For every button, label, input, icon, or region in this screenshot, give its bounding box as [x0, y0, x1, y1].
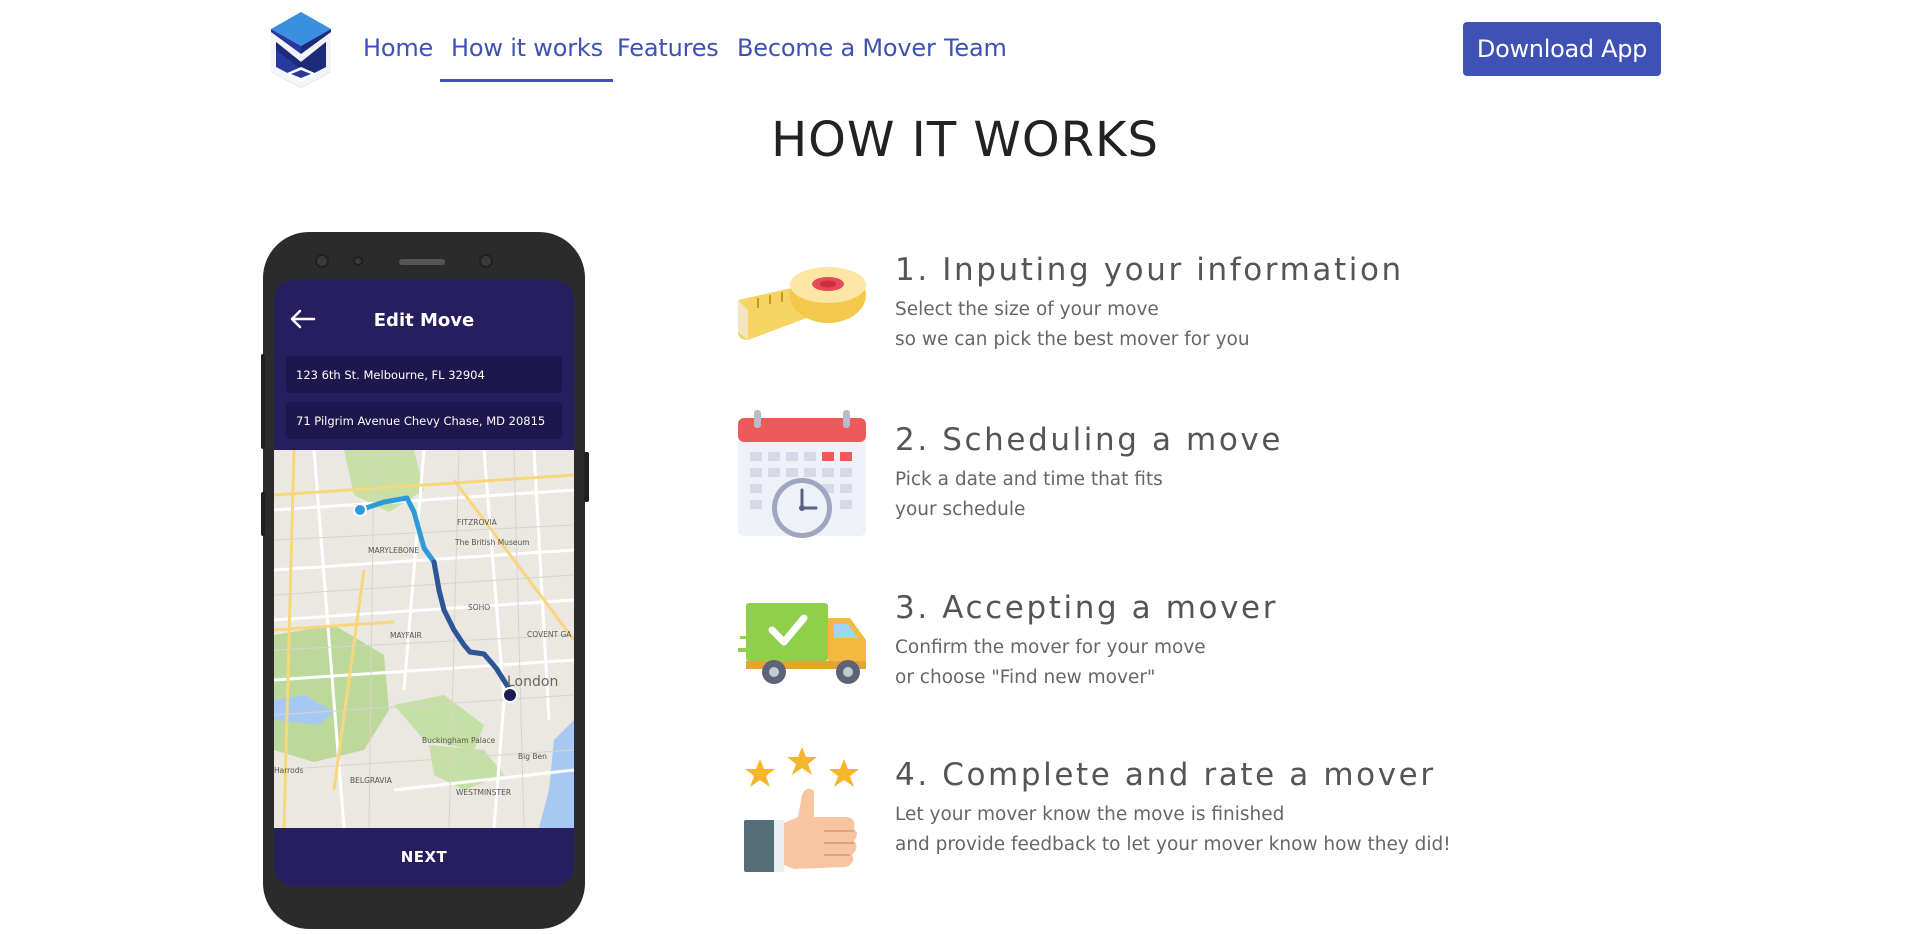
map-label-westminster: WESTMINSTER [456, 788, 511, 797]
step-description-line2: and provide feedback to let your mover k… [895, 834, 1451, 855]
logo-icon[interactable] [271, 12, 331, 88]
phone-speaker [399, 259, 445, 265]
nav-features[interactable]: Features [617, 34, 719, 62]
step-inputting-information: 1. Inputing your information Select the … [738, 240, 1638, 370]
delivery-truck-icon [738, 603, 866, 684]
sensor-icon [353, 256, 363, 266]
page-title: HOW IT WORKS [771, 112, 1159, 168]
route-start-marker [353, 503, 367, 517]
calendar-clock-icon [738, 410, 866, 538]
navbar: Home How it works Features Become a Move… [0, 0, 1920, 100]
map-label-marylebone: MARYLEBONE [368, 546, 419, 555]
phone-side-button [261, 492, 265, 536]
route-end-marker [502, 687, 518, 703]
route-map[interactable]: FITZROVIA The British Museum MARYLEBONE … [274, 450, 574, 828]
step-description-line2: your schedule [895, 499, 1026, 520]
thumbs-up-stars-icon [744, 747, 859, 872]
map-label-soho: SOHO [468, 603, 490, 612]
step-scheduling: 2. Scheduling a move Pick a date and tim… [738, 410, 1638, 540]
nav-how-it-works[interactable]: How it works [440, 34, 613, 82]
to-address-field[interactable]: 71 Pilgrim Avenue Chevy Chase, MD 20815 [286, 402, 562, 439]
step-title: 1. Inputing your information [895, 252, 1404, 288]
map-label-harrods: Harrods [274, 766, 303, 775]
step-description-line2: or choose "Find new mover" [895, 667, 1156, 688]
step-description-line1: Let your mover know the move is finished [895, 804, 1285, 825]
step-description-line1: Confirm the mover for your move [895, 637, 1206, 658]
nav-home[interactable]: Home [363, 34, 433, 62]
from-address-field[interactable]: 123 6th St. Melbourne, FL 32904 [286, 356, 562, 393]
map-label-belgravia: BELGRAVIA [350, 776, 393, 785]
front-camera-icon [315, 254, 329, 268]
screen-title: Edit Move [373, 310, 475, 331]
step-complete-rate: 4. Complete and rate a mover Let your mo… [738, 745, 1638, 875]
map-graphic: FITZROVIA The British Museum MARYLEBONE … [274, 450, 574, 828]
nav-team[interactable]: Team [944, 34, 1007, 62]
step-title: 3. Accepting a mover [895, 590, 1279, 626]
map-label-fitzrovia: FITZROVIA [457, 518, 498, 527]
map-label-london: London [507, 674, 558, 690]
phone-volume-button [261, 354, 265, 449]
rear-sensor-icon [479, 254, 493, 268]
phone-power-button [584, 452, 589, 502]
phone-screen: Edit Move 123 6th St. Melbourne, FL 3290… [274, 280, 574, 886]
map-label-covent-garden: COVENT GA [527, 630, 572, 639]
map-label-british-museum: The British Museum [454, 538, 530, 547]
step-description-line2: so we can pick the best mover for you [895, 329, 1250, 350]
step-description-line1: Select the size of your move [895, 299, 1159, 320]
map-label-big-ben: Big Ben [518, 752, 547, 761]
map-label-mayfair: MAYFAIR [390, 631, 422, 640]
tape-measure-icon [738, 267, 866, 340]
step-title: 4. Complete and rate a mover [895, 757, 1436, 793]
screen-header: Edit Move 123 6th St. Melbourne, FL 3290… [274, 280, 574, 450]
step-title: 2. Scheduling a move [895, 422, 1284, 458]
phone-mockup: Edit Move 123 6th St. Melbourne, FL 3290… [261, 232, 589, 929]
map-label-buckingham: Buckingham Palace [422, 736, 496, 745]
step-accepting-mover: 3. Accepting a mover Confirm the mover f… [738, 578, 1638, 708]
download-app-button[interactable]: Download App [1463, 22, 1661, 76]
step-description-line1: Pick a date and time that fits [895, 469, 1163, 490]
nav-become-a-mover[interactable]: Become a Mover [737, 34, 936, 62]
next-button[interactable]: NEXT [274, 828, 574, 886]
